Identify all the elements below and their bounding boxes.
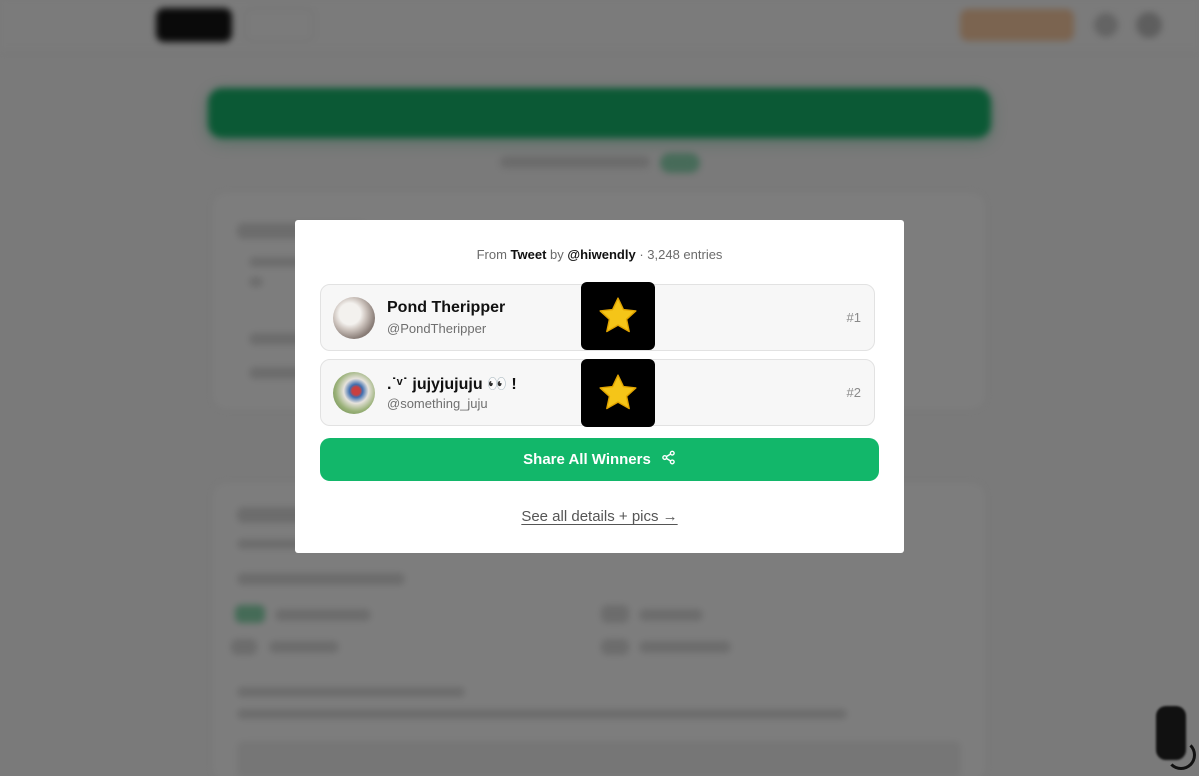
winner-handle: @something_juju (387, 396, 488, 411)
winners-modal: From Tweet by @hiwendly · 3,248 entries … (295, 220, 904, 553)
share-button-label: Share All Winners (523, 451, 651, 468)
source-type: Tweet (510, 247, 547, 262)
star-icon (581, 359, 655, 427)
source-by: by (550, 247, 564, 262)
winner-rank: #2 (846, 385, 861, 400)
source-prefix: From (476, 247, 507, 262)
loading-spinner-icon (1166, 740, 1196, 770)
winner-rank: #1 (846, 310, 861, 325)
avatar (333, 372, 375, 414)
winner-name: Pond Theripper (387, 299, 506, 316)
giveaway-source: From Tweet by @hiwendly · 3,248 entries (295, 247, 904, 262)
winner-handle: @PondTheripper (387, 321, 487, 336)
entries-count: · 3,248 entries (639, 247, 723, 262)
share-all-winners-button[interactable]: Share All Winners (320, 438, 879, 481)
source-author: @hiwendly (567, 247, 636, 262)
avatar (333, 297, 375, 339)
share-icon (661, 450, 676, 469)
winner-name: .˙ᵛ˙ jujyjujuju 👀 ! (387, 376, 517, 393)
star-icon (581, 282, 655, 350)
see-all-details-link[interactable]: See all details + pics → (295, 508, 904, 525)
